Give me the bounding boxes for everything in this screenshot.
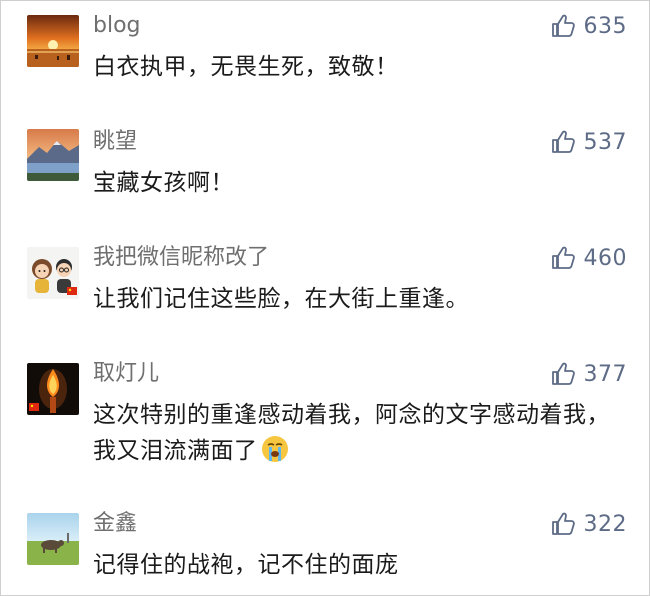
like-button[interactable]: 537 — [550, 127, 628, 157]
thumbs-up-icon — [551, 512, 575, 535]
like-button[interactable]: 377 — [550, 359, 628, 389]
thumbs-up-icon — [551, 246, 575, 269]
comment-text-body: 这次特别的重逢感动着我，阿念的文字感动着我，我又泪流满面了 — [93, 402, 610, 464]
comment-text: 让我们记住这些脸，在大街上重逢。 — [93, 286, 469, 312]
comment-nickname[interactable]: 取灯儿 — [93, 359, 159, 389]
comment-text: 宝藏女孩啊！ — [93, 170, 234, 196]
comment-list: blog 635 白衣执甲，无畏生死，致敬！ 眺望 537 宝藏女孩啊！ 我把微… — [0, 0, 650, 596]
like-count: 460 — [583, 245, 627, 271]
comment-text: 这次特别的重逢感动着我，阿念的文字感动着我，我又泪流满面了 — [93, 397, 613, 469]
like-button[interactable]: 635 — [550, 11, 628, 41]
comment-nickname[interactable]: 我把微信昵称改了 — [93, 243, 269, 273]
thumbs-up-icon — [551, 362, 575, 385]
crying-face-emoji — [261, 436, 288, 462]
thumbs-up-icon — [551, 130, 575, 153]
candle-flame-avatar[interactable] — [27, 363, 79, 415]
comment-text: 记得住的战袍，记不住的面庞 — [93, 552, 399, 578]
cartoon-couple-avatar[interactable] — [27, 247, 79, 299]
grassland-animal-avatar[interactable] — [27, 513, 79, 565]
mountain-lake-avatar[interactable] — [27, 129, 79, 181]
like-button[interactable]: 460 — [550, 243, 628, 273]
like-count: 377 — [583, 361, 627, 387]
like-count: 635 — [583, 13, 627, 39]
like-count: 537 — [583, 129, 627, 155]
like-count: 322 — [583, 511, 627, 537]
sunset-beach-avatar[interactable] — [27, 15, 79, 67]
like-button[interactable]: 322 — [550, 509, 628, 539]
comment-nickname[interactable]: 金鑫 — [93, 509, 137, 539]
comment-nickname[interactable]: 眺望 — [93, 127, 137, 157]
comment-text: 白衣执甲，无畏生死，致敬！ — [93, 54, 399, 80]
comment-nickname[interactable]: blog — [93, 11, 141, 41]
thumbs-up-icon — [551, 14, 575, 37]
